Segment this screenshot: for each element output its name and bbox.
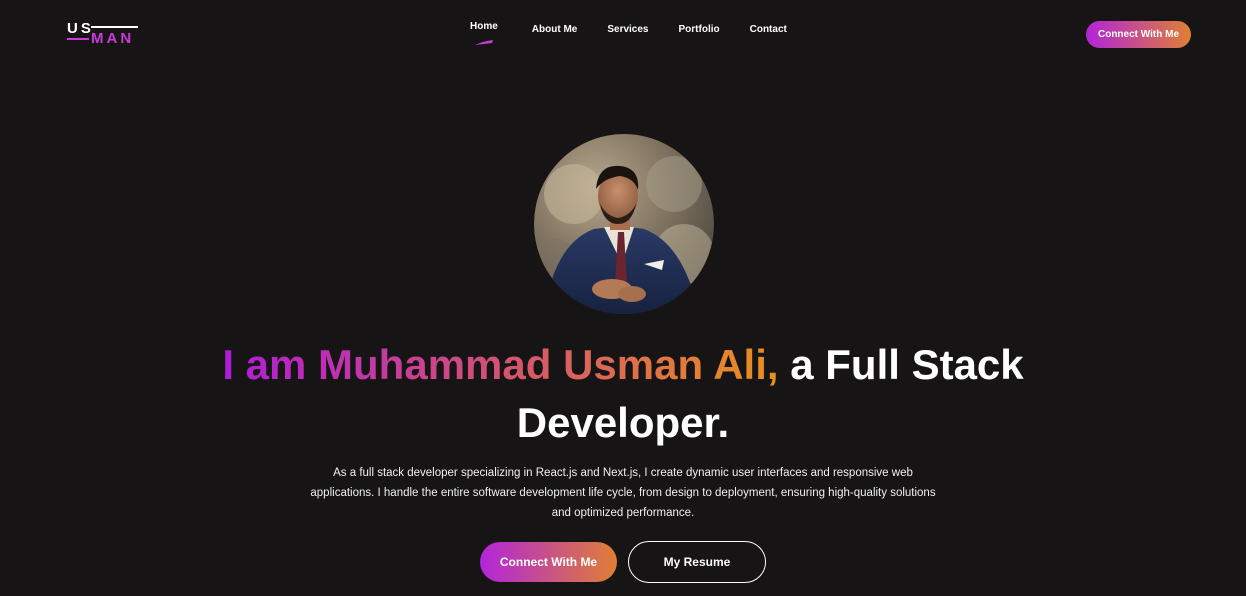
header-connect-button[interactable]: Connect With Me [1086, 21, 1191, 48]
nav-item-about[interactable]: About Me [532, 24, 578, 35]
hero-description: As a full stack developer specializing i… [310, 467, 936, 519]
nav-item-contact[interactable]: Contact [750, 24, 787, 35]
logo-bar [91, 26, 138, 28]
logo-underline [67, 38, 89, 40]
hero-title-rest: a Full Stack [778, 341, 1024, 388]
resume-button[interactable]: My Resume [628, 541, 766, 583]
nav-item-portfolio[interactable]: Portfolio [679, 24, 720, 35]
logo-text-top: US [67, 20, 94, 37]
hero-title-highlight: I am Muhammad Usman Ali, [222, 341, 779, 388]
main-nav: Home About Me Services Portfolio Contact [456, 21, 787, 35]
profile-photo [534, 156, 714, 314]
nav-active-indicator [475, 40, 493, 45]
site-logo[interactable]: US MAN [67, 20, 139, 47]
logo-text-bottom: MAN [91, 30, 135, 47]
nav-item-home[interactable]: Home [470, 21, 498, 32]
hero-title: I am Muhammad Usman Ali, a Full Stack De… [0, 336, 1246, 452]
hero-title-line2: Developer. [516, 399, 730, 446]
profile-avatar [534, 134, 714, 314]
nav-item-services[interactable]: Services [607, 24, 648, 35]
page: US MAN Home About Me Services Portfolio … [0, 0, 1246, 596]
connect-button[interactable]: Connect With Me [480, 542, 617, 582]
